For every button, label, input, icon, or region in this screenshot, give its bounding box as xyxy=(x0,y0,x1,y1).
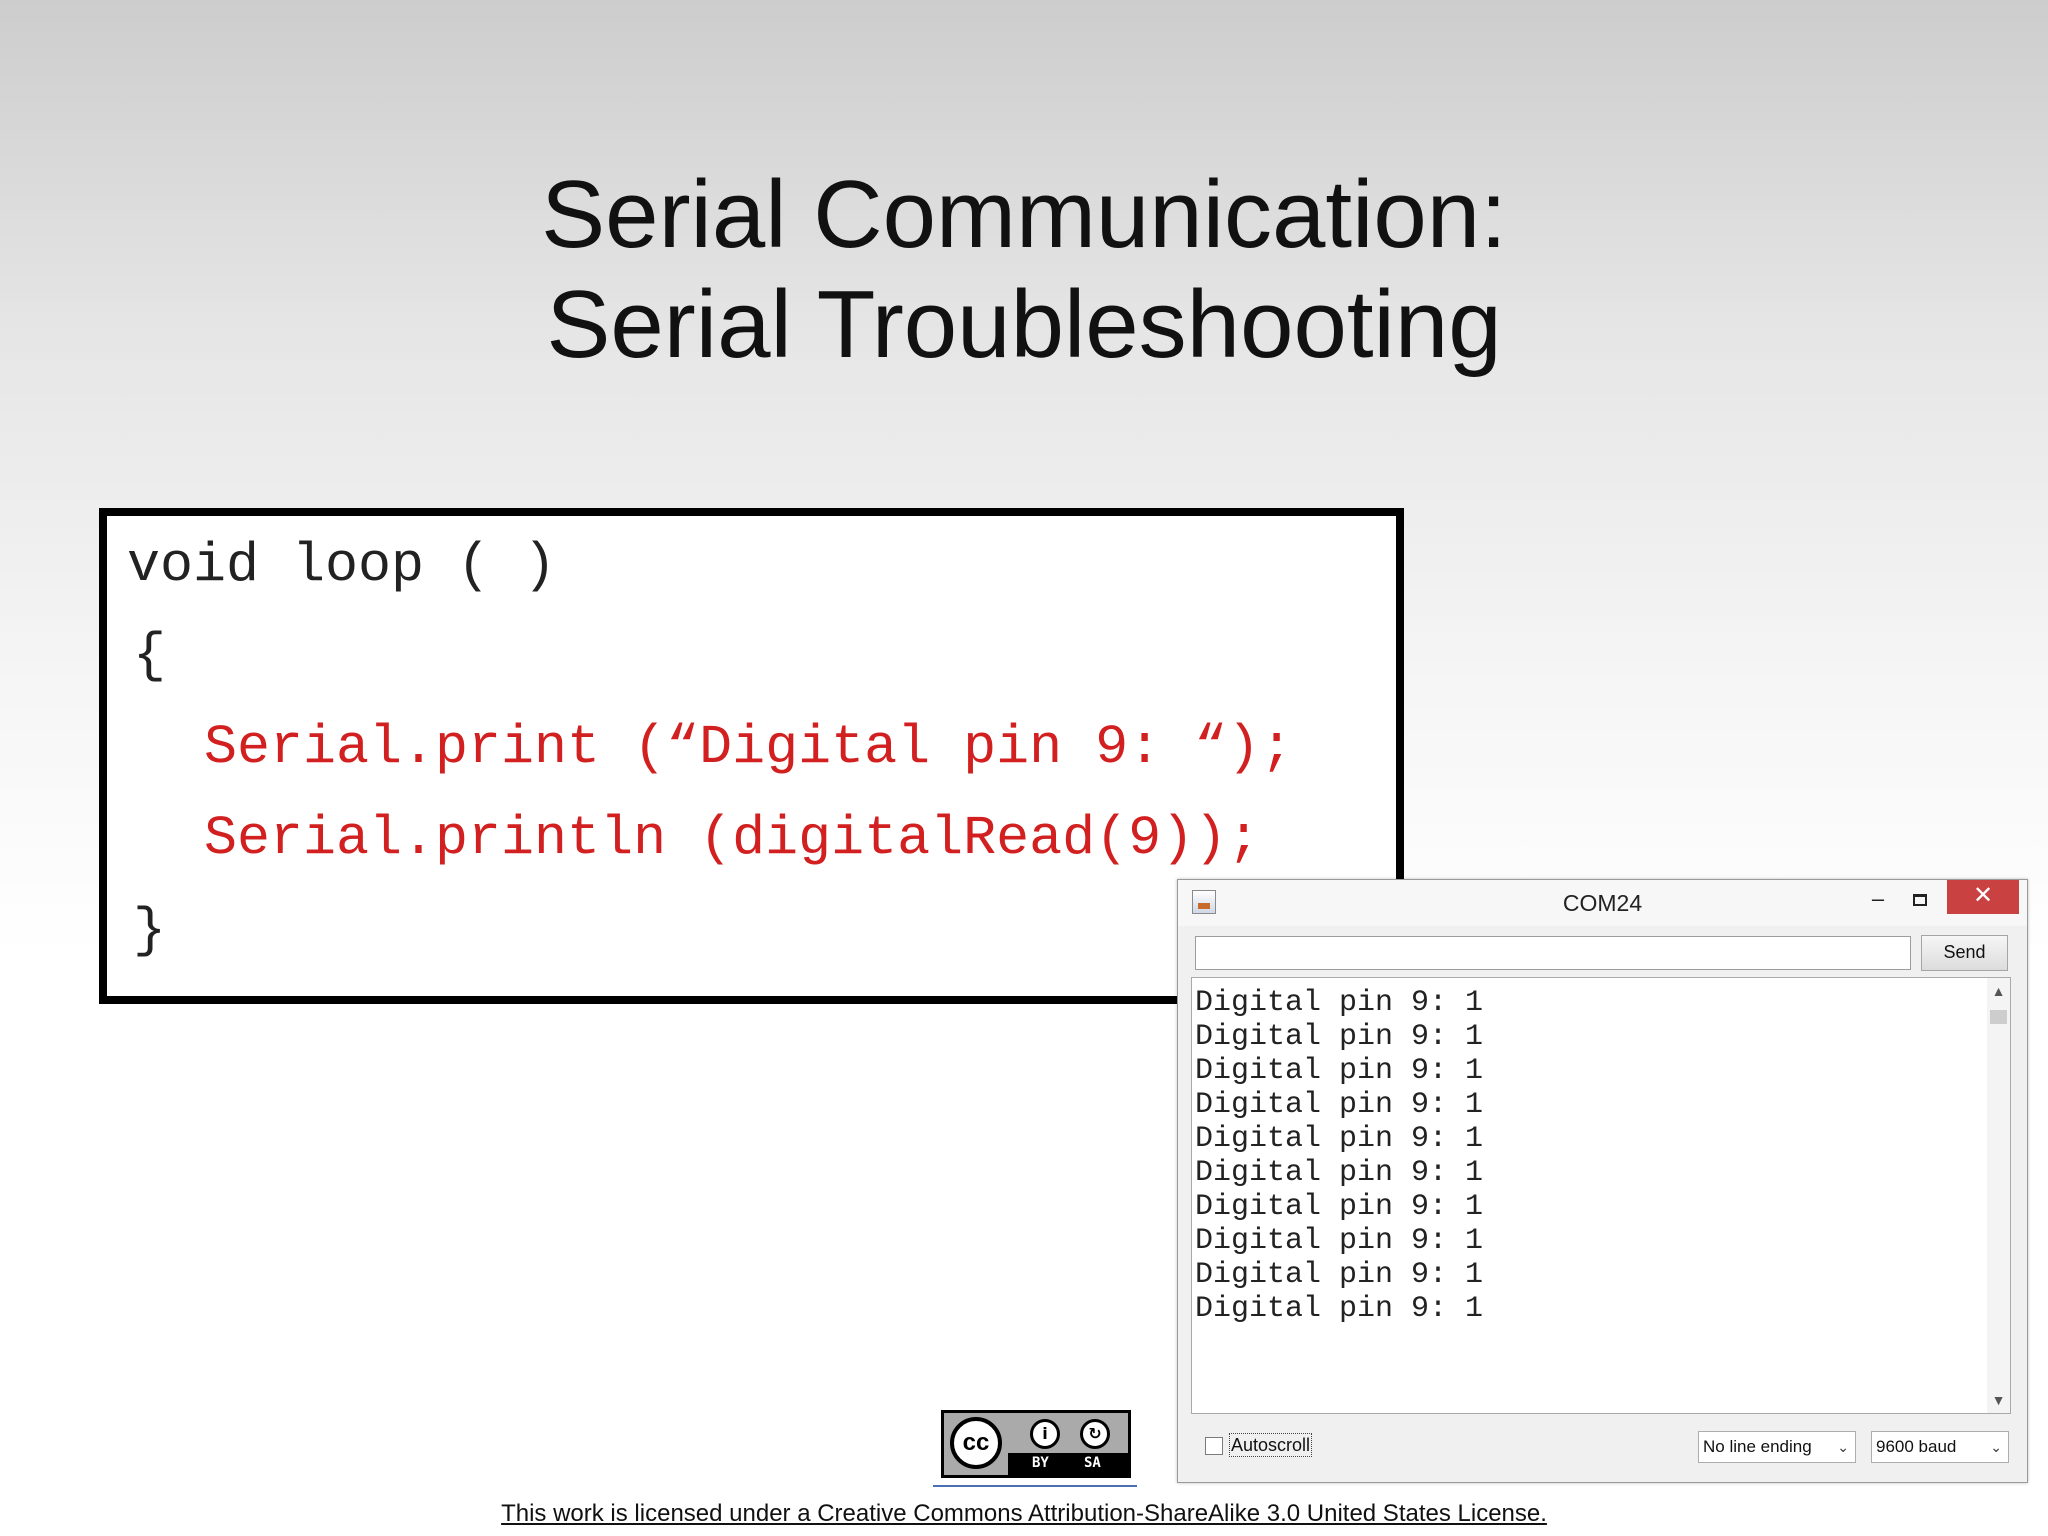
output-line: Digital pin 9: 1 xyxy=(1195,1088,1484,1122)
autoscroll-checkbox[interactable] xyxy=(1205,1437,1223,1455)
maximize-icon[interactable] xyxy=(1900,884,1940,916)
serial-monitor-window: COM24 – ✕ Send Digital pin 9: 1 Digital … xyxy=(1177,879,2028,1483)
title-bar[interactable]: COM24 – ✕ xyxy=(1178,880,2027,926)
close-icon[interactable]: ✕ xyxy=(1947,880,2019,914)
output-line: Digital pin 9: 1 xyxy=(1195,1190,1484,1224)
badge-link-underline xyxy=(933,1485,1137,1487)
code-line-2: { xyxy=(133,624,167,687)
badge-strip xyxy=(1008,1453,1128,1475)
output-line: Digital pin 9: 1 xyxy=(1195,986,1484,1020)
line-ending-value: No line ending xyxy=(1703,1437,1812,1456)
badge-sa-text: SA xyxy=(1084,1455,1101,1471)
scrollbar-thumb[interactable] xyxy=(1990,1010,2007,1024)
minimize-icon[interactable]: – xyxy=(1858,884,1898,916)
badge-by-text: BY xyxy=(1032,1455,1049,1471)
output-line: Digital pin 9: 1 xyxy=(1195,1054,1484,1088)
output-line: Digital pin 9: 1 xyxy=(1195,1156,1484,1190)
output-line: Digital pin 9: 1 xyxy=(1195,1292,1484,1326)
chevron-down-icon: ⌄ xyxy=(1837,1439,1849,1455)
vertical-scrollbar[interactable]: ▲ ▼ xyxy=(1987,978,2010,1413)
code-line-4: Serial.println (digitalRead(9)); xyxy=(204,807,1261,870)
baud-rate-select[interactable]: 9600 baud ⌄ xyxy=(1871,1431,2009,1463)
slide-title-line2: Serial Troubleshooting xyxy=(546,271,1502,378)
attribution-icon: i xyxy=(1030,1419,1060,1449)
cc-license-badge[interactable]: cc i ↻ BY SA xyxy=(941,1410,1131,1478)
share-alike-icon: ↻ xyxy=(1080,1419,1110,1449)
output-line: Digital pin 9: 1 xyxy=(1195,1258,1484,1292)
slide-title: Serial Communication: Serial Troubleshoo… xyxy=(0,160,2048,380)
cc-icon: cc xyxy=(950,1417,1002,1469)
slide-title-line1: Serial Communication: xyxy=(541,161,1507,268)
code-line-5: } xyxy=(133,899,167,962)
scroll-down-icon[interactable]: ▼ xyxy=(1987,1389,2010,1411)
output-line: Digital pin 9: 1 xyxy=(1195,1224,1484,1258)
output-line: Digital pin 9: 1 xyxy=(1195,1020,1484,1054)
serial-output[interactable]: Digital pin 9: 1 Digital pin 9: 1 Digita… xyxy=(1191,977,2011,1414)
baud-rate-value: 9600 baud xyxy=(1876,1437,1957,1456)
license-link[interactable]: This work is licensed under a Creative C… xyxy=(0,1500,2048,1528)
line-ending-select[interactable]: No line ending ⌄ xyxy=(1698,1431,1856,1463)
send-input[interactable] xyxy=(1195,936,1911,970)
send-button[interactable]: Send xyxy=(1921,935,2008,971)
output-line: Digital pin 9: 1 xyxy=(1195,1122,1484,1156)
autoscroll-label[interactable]: Autoscroll xyxy=(1229,1433,1313,1457)
code-line-3: Serial.print (“Digital pin 9: “); xyxy=(204,716,1294,779)
code-line-1: void loop ( ) xyxy=(127,534,557,597)
chevron-down-icon: ⌄ xyxy=(1990,1439,2002,1455)
scroll-up-icon[interactable]: ▲ xyxy=(1987,980,2010,1002)
